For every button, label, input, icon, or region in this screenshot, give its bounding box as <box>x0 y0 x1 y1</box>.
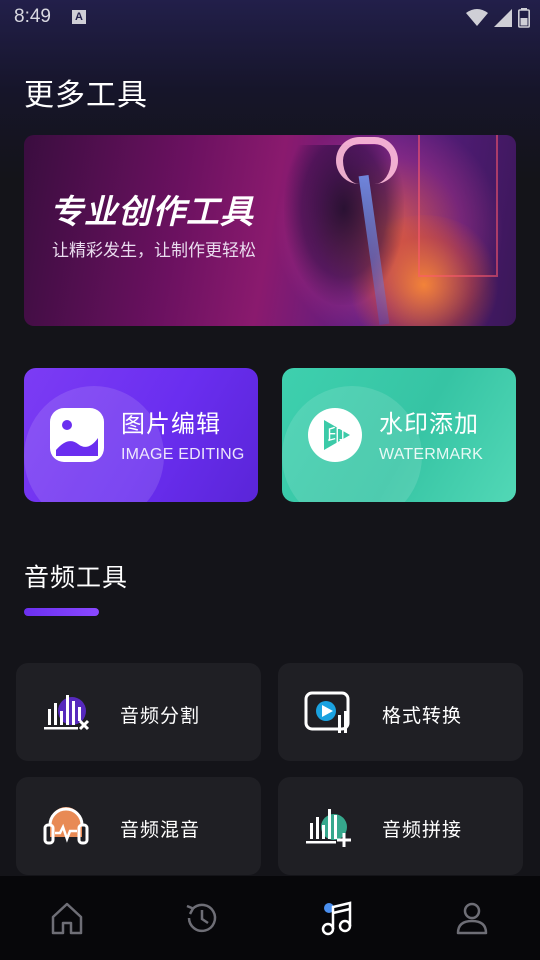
image-editing-subtitle: IMAGE EDITING <box>121 446 245 463</box>
format-convert-label: 格式转换 <box>382 705 463 727</box>
banner-neon-frame <box>418 135 498 277</box>
section-underline <box>24 608 99 616</box>
audio-section-title: 音频工具 <box>24 563 129 592</box>
status-bar: 8:49 A <box>0 0 540 36</box>
history-icon[interactable] <box>182 898 222 938</box>
audio-split-icon <box>44 695 90 731</box>
audio-join-button[interactable]: 音频拼接 <box>278 777 523 875</box>
watermark-title: 水印添加 <box>379 410 479 438</box>
audio-join-label: 音频拼接 <box>382 819 463 841</box>
battery-icon <box>518 8 530 28</box>
wifi-icon <box>466 9 488 26</box>
notification-icon: A <box>72 10 86 24</box>
promo-banner[interactable]: 专业创作工具 让精彩发生，让制作更轻松 <box>24 135 516 326</box>
banner-title: 专业创作工具 <box>50 192 254 231</box>
svg-text:印: 印 <box>327 426 345 447</box>
audio-mix-button[interactable]: 音频混音 <box>16 777 261 875</box>
home-icon[interactable] <box>47 898 87 938</box>
audio-join-icon <box>306 809 351 847</box>
image-editing-card[interactable]: 图片编辑 IMAGE EDITING <box>24 368 258 502</box>
headphones-graphic <box>336 137 398 184</box>
image-editing-title: 图片编辑 <box>121 410 221 438</box>
image-icon <box>50 408 104 462</box>
banner-subtitle: 让精彩发生，让制作更轻松 <box>52 241 256 261</box>
profile-icon[interactable] <box>452 898 492 938</box>
watermark-stamp-icon: 印 <box>308 408 362 462</box>
signal-icon <box>494 9 512 27</box>
format-convert-button[interactable]: 格式转换 <box>278 663 523 761</box>
music-icon[interactable] <box>317 898 357 938</box>
audio-split-button[interactable]: 音频分割 <box>16 663 261 761</box>
format-convert-icon <box>304 691 350 733</box>
audio-split-label: 音频分割 <box>120 705 201 727</box>
page-title: 更多工具 <box>24 78 148 113</box>
status-time: 8:49 <box>14 6 51 27</box>
watermark-card[interactable]: 印 水印添加 WATERMARK <box>282 368 516 502</box>
watermark-subtitle: WATERMARK <box>379 446 484 463</box>
audio-mix-icon <box>43 807 89 845</box>
bottom-navigation <box>0 876 540 960</box>
audio-mix-label: 音频混音 <box>120 819 201 841</box>
